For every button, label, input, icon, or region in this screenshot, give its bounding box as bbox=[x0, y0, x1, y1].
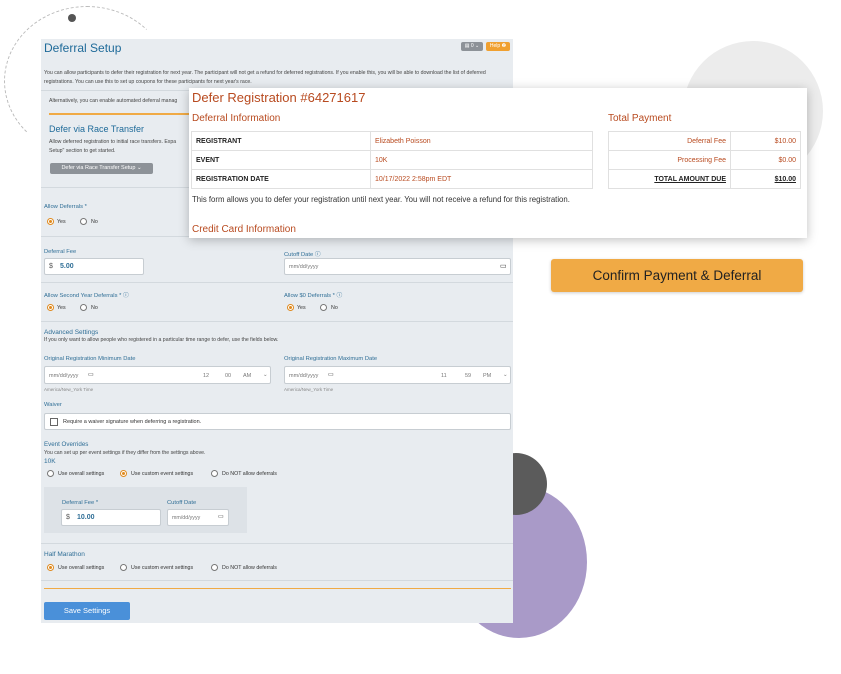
zero-yes-label: Yes bbox=[297, 305, 306, 311]
max-minute: 59 bbox=[465, 373, 472, 379]
advanced-desc: If you only want to allow people who reg… bbox=[44, 337, 279, 343]
min-minute: 00 bbox=[225, 373, 232, 379]
advanced-title: Advanced Settings bbox=[44, 329, 99, 336]
10k-custom-settings-box: Deferral Fee * $ 10.00 Cutoff Date mm/dd… bbox=[44, 487, 247, 533]
max-date-label: Original Registration Maximum Date bbox=[284, 356, 378, 362]
id-badge[interactable]: ▤ 0 ⌄ bbox=[461, 42, 483, 51]
table-row: REGISTRATION DATE 10/17/2022 2:58pm EDT bbox=[191, 169, 593, 189]
deferral-info-title: Deferral Information bbox=[192, 113, 281, 124]
decorative-dot bbox=[68, 14, 76, 22]
10k-do-not-allow-label: Do NOT allow deferrals bbox=[222, 471, 277, 477]
allow-deferrals-yes-radio[interactable] bbox=[47, 218, 54, 225]
alt-notice: Alternatively, you can enable automated … bbox=[49, 98, 178, 104]
override-cutoff-input[interactable]: mm/dd/yyyy ▭ bbox=[167, 509, 229, 526]
half-use-custom-label: Use custom event settings bbox=[131, 565, 194, 571]
event-10k-title: 10K bbox=[44, 458, 56, 465]
zero-no-radio[interactable] bbox=[320, 304, 327, 311]
override-fee-label: Deferral Fee * bbox=[62, 500, 99, 506]
help-button[interactable]: Help ❷ bbox=[486, 42, 510, 51]
popup-title: Defer Registration #64271617 bbox=[192, 90, 366, 105]
override-cutoff-label: Cutoff Date bbox=[167, 500, 197, 506]
intro-text: You can allow participants to defer thei… bbox=[44, 70, 486, 85]
race-transfer-desc-2: Setup" section to get started. bbox=[49, 148, 116, 154]
race-transfer-title: Defer via Race Transfer bbox=[49, 124, 145, 134]
payment-table: Deferral Fee $10.00 Processing Fee $0.00 T… bbox=[608, 131, 801, 189]
table-row: Processing Fee $0.00 bbox=[608, 150, 801, 170]
10k-use-custom-label: Use custom event settings bbox=[131, 471, 194, 477]
save-settings-button[interactable]: Save Settings bbox=[44, 602, 130, 620]
zero-deferrals-label: Allow $0 Deferrals * ⓘ bbox=[284, 293, 343, 299]
race-transfer-setup-button[interactable]: Defer via Race Transfer Setup ⌄ bbox=[50, 163, 153, 174]
allow-deferrals-no-label: No bbox=[91, 219, 98, 225]
min-timezone: America/New_York Time bbox=[44, 387, 94, 392]
half-do-not-allow-radio[interactable] bbox=[211, 564, 218, 571]
min-hour: 12 bbox=[203, 373, 210, 379]
total-payment-title: Total Payment bbox=[608, 113, 672, 124]
second-year-yes-radio[interactable] bbox=[47, 304, 54, 311]
override-fee-input[interactable]: $ 10.00 bbox=[61, 509, 161, 526]
calendar-icon: ▭ bbox=[218, 514, 224, 520]
table-row: TOTAL AMOUNT DUE $10.00 bbox=[608, 169, 801, 189]
10k-use-overall-label: Use overall settings bbox=[58, 471, 105, 477]
second-year-no-label: No bbox=[91, 305, 98, 311]
deferral-info-table: REGISTRANT Elizabeth Poisson EVENT 10K REG… bbox=[191, 131, 593, 189]
half-use-custom-radio[interactable] bbox=[120, 564, 127, 571]
half-use-overall-radio[interactable] bbox=[47, 564, 54, 571]
chevron-down-icon: ⌄ bbox=[503, 372, 508, 378]
overrides-title: Event Overrides bbox=[44, 441, 89, 448]
min-ampm: AM bbox=[243, 373, 252, 379]
calendar-icon: ▭ bbox=[88, 372, 94, 378]
defer-registration-popup: Defer Registration #64271617 Deferral In… bbox=[189, 88, 807, 238]
deferral-fee-input[interactable]: $ 5.00 bbox=[44, 258, 144, 275]
deferral-fee-label: Deferral Fee bbox=[44, 249, 77, 255]
min-date-label: Original Registration Minimum Date bbox=[44, 356, 136, 362]
page-title: Deferral Setup bbox=[44, 41, 122, 55]
10k-use-overall-radio[interactable] bbox=[47, 470, 54, 477]
min-date-input[interactable]: mm/dd/yyyy ▭ 12 00 AM ⌄ bbox=[44, 366, 271, 384]
table-row: REGISTRANT Elizabeth Poisson bbox=[191, 131, 593, 151]
second-year-no-radio[interactable] bbox=[80, 304, 87, 311]
max-timezone: America/New_York Time bbox=[284, 387, 334, 392]
max-ampm: PM bbox=[483, 373, 492, 379]
half-use-overall-label: Use overall settings bbox=[58, 565, 105, 571]
zero-no-label: No bbox=[331, 305, 338, 311]
table-row: EVENT 10K bbox=[191, 150, 593, 170]
waiver-title: Waiver bbox=[44, 402, 62, 408]
max-hour: 11 bbox=[441, 373, 447, 379]
half-do-not-allow-label: Do NOT allow deferrals bbox=[222, 565, 277, 571]
chevron-down-icon: ⌄ bbox=[263, 372, 268, 378]
table-row: Deferral Fee $10.00 bbox=[608, 131, 801, 151]
max-date-input[interactable]: mm/dd/yyyy ▭ 11 59 PM ⌄ bbox=[284, 366, 511, 384]
calendar-icon: ▭ bbox=[500, 263, 507, 270]
race-transfer-desc: Allow deferred registration to initial r… bbox=[49, 139, 177, 145]
waiver-box: Require a waiver signature when deferrin… bbox=[44, 413, 511, 430]
allow-deferrals-yes-label: Yes bbox=[57, 219, 66, 225]
zero-yes-radio[interactable] bbox=[287, 304, 294, 311]
second-year-yes-label: Yes bbox=[57, 305, 66, 311]
event-half-title: Half Marathon bbox=[44, 551, 85, 558]
credit-card-title: Credit Card Information bbox=[192, 224, 296, 235]
10k-do-not-allow-radio[interactable] bbox=[211, 470, 218, 477]
waiver-checkbox[interactable] bbox=[50, 418, 58, 426]
waiver-checkbox-label: Require a waiver signature when deferrin… bbox=[63, 419, 202, 425]
10k-use-custom-radio[interactable] bbox=[120, 470, 127, 477]
popup-notice: This form allows you to defer your regis… bbox=[192, 195, 570, 204]
allow-deferrals-no-radio[interactable] bbox=[80, 218, 87, 225]
overrides-desc: You can set up per event settings if the… bbox=[44, 450, 206, 456]
second-year-label: Allow Second Year Deferrals * ⓘ bbox=[44, 293, 129, 299]
cutoff-date-label: Cutoff Date ⓘ bbox=[284, 252, 321, 258]
confirm-payment-button[interactable]: Confirm Payment & Deferral bbox=[551, 259, 803, 292]
allow-deferrals-label: Allow Deferrals * bbox=[44, 204, 87, 210]
calendar-icon: ▭ bbox=[328, 372, 334, 378]
cutoff-date-input[interactable]: mm/dd/yyyy ▭ bbox=[284, 258, 511, 275]
